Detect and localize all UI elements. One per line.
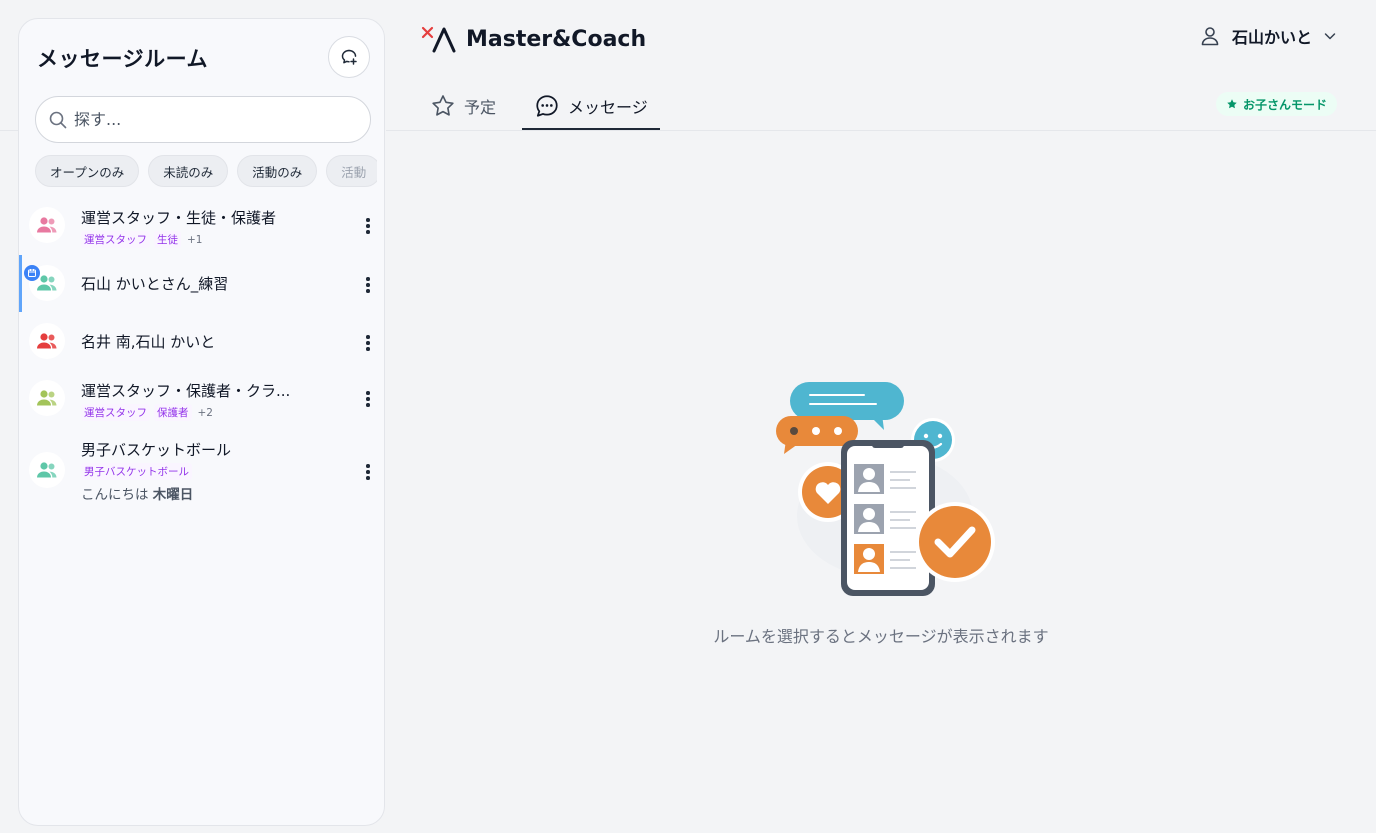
new-room-button[interactable] bbox=[328, 36, 370, 78]
chevron-down-icon bbox=[1324, 33, 1336, 40]
room-avatar bbox=[29, 323, 65, 359]
room-name: 石山 かいとさん_練習 bbox=[81, 275, 229, 293]
room-tag-more: +1 bbox=[187, 233, 203, 246]
active-room-indicator bbox=[19, 255, 22, 312]
room-last-message: こんにちは 木曜日 bbox=[81, 483, 193, 503]
search-icon bbox=[49, 111, 67, 128]
room-item-active[interactable]: 石山 かいとさん_練習 bbox=[19, 255, 384, 312]
room-avatar bbox=[29, 380, 65, 416]
master-coach-logo-icon bbox=[421, 26, 456, 53]
room-avatar bbox=[29, 452, 65, 488]
group-icon bbox=[37, 217, 57, 233]
app-name: Master&Coach bbox=[466, 26, 647, 52]
chat-bubble-icon bbox=[536, 95, 558, 117]
room-name: 運営スタッフ・保護者・クラ... bbox=[81, 382, 291, 400]
star-icon bbox=[432, 95, 454, 116]
room-item[interactable]: 名井 南,石山 かいと bbox=[19, 313, 384, 369]
main-tabs: 予定 メッセージ bbox=[418, 82, 660, 130]
room-tags: 運営スタッフ 保護者 +2 bbox=[81, 404, 213, 421]
room-tag: 保護者 bbox=[154, 404, 192, 421]
user-menu[interactable]: 石山かいと bbox=[1198, 24, 1338, 48]
room-last-message-time: 木曜日 bbox=[152, 487, 194, 503]
empty-state-message: ルームを選択するとメッセージが表示されます bbox=[713, 627, 1049, 646]
room-item[interactable]: 男子バスケットボール 男子バスケットボール こんにちは 木曜日 bbox=[19, 435, 384, 505]
filter-activity-more[interactable]: 活動 bbox=[326, 155, 377, 187]
filter-chips: オープンのみ 未読のみ 活動のみ 活動 bbox=[35, 155, 377, 189]
room-tag: 運営スタッフ bbox=[81, 231, 150, 248]
room-avatar bbox=[29, 207, 65, 243]
user-name: 石山かいと bbox=[1232, 28, 1313, 47]
filter-activity-only[interactable]: 活動のみ bbox=[237, 155, 318, 187]
header-divider bbox=[386, 130, 1376, 131]
room-tag: 男子バスケットボール bbox=[81, 463, 192, 480]
room-name: 運営スタッフ・生徒・保護者 bbox=[81, 209, 277, 227]
room-search-box[interactable] bbox=[35, 96, 371, 143]
room-options-button[interactable] bbox=[365, 391, 371, 407]
tab-schedule[interactable]: 予定 bbox=[418, 82, 508, 130]
room-options-button[interactable] bbox=[365, 464, 371, 480]
tab-messages[interactable]: メッセージ bbox=[522, 82, 660, 130]
sidebar-title: メッセージルーム bbox=[37, 47, 208, 71]
room-tags: 運営スタッフ 生徒 +1 bbox=[81, 231, 202, 248]
app-logo[interactable]: Master&Coach bbox=[420, 24, 646, 54]
room-item[interactable]: 運営スタッフ・保護者・クラ... 運営スタッフ 保護者 +2 bbox=[19, 374, 384, 432]
room-tag-more: +2 bbox=[197, 406, 213, 419]
room-options-button[interactable] bbox=[365, 335, 371, 351]
empty-state-illustration bbox=[776, 382, 995, 596]
star-filled-icon bbox=[1227, 99, 1237, 109]
room-name: 男子バスケットボール bbox=[81, 441, 232, 459]
header-divider-left bbox=[0, 130, 18, 131]
search-input[interactable] bbox=[74, 110, 354, 129]
group-icon bbox=[37, 462, 57, 478]
kids-mode-badge[interactable]: お子さんモード bbox=[1216, 92, 1338, 116]
room-tag: 運営スタッフ bbox=[81, 404, 150, 421]
room-tags: 男子バスケットボール bbox=[81, 463, 192, 480]
filter-unread-only[interactable]: 未読のみ bbox=[148, 155, 229, 187]
room-tag: 生徒 bbox=[154, 231, 181, 248]
room-options-button[interactable] bbox=[365, 277, 371, 293]
room-options-button[interactable] bbox=[365, 218, 371, 234]
message-room-sidebar: メッセージルーム オープンのみ 未読のみ 活動のみ 活動 運営ス bbox=[18, 18, 385, 826]
filter-open-only[interactable]: オープンのみ bbox=[35, 155, 140, 187]
empty-state: ルームを選択するとメッセージが表示されます bbox=[386, 623, 1376, 647]
tab-messages-label: メッセージ bbox=[568, 98, 648, 117]
tab-schedule-label: 予定 bbox=[464, 98, 497, 117]
group-icon bbox=[37, 333, 57, 349]
room-item[interactable]: 運営スタッフ・生徒・保護者 運営スタッフ 生徒 +1 bbox=[19, 201, 384, 259]
room-last-message-text: こんにちは bbox=[81, 487, 149, 503]
room-name: 名井 南,石山 かいと bbox=[81, 333, 216, 351]
user-icon bbox=[1201, 27, 1219, 46]
kids-mode-label: お子さんモード bbox=[1243, 97, 1328, 112]
calendar-badge bbox=[24, 265, 40, 281]
calendar-icon bbox=[28, 269, 36, 277]
new-chat-icon bbox=[341, 49, 357, 65]
group-icon bbox=[37, 390, 57, 406]
